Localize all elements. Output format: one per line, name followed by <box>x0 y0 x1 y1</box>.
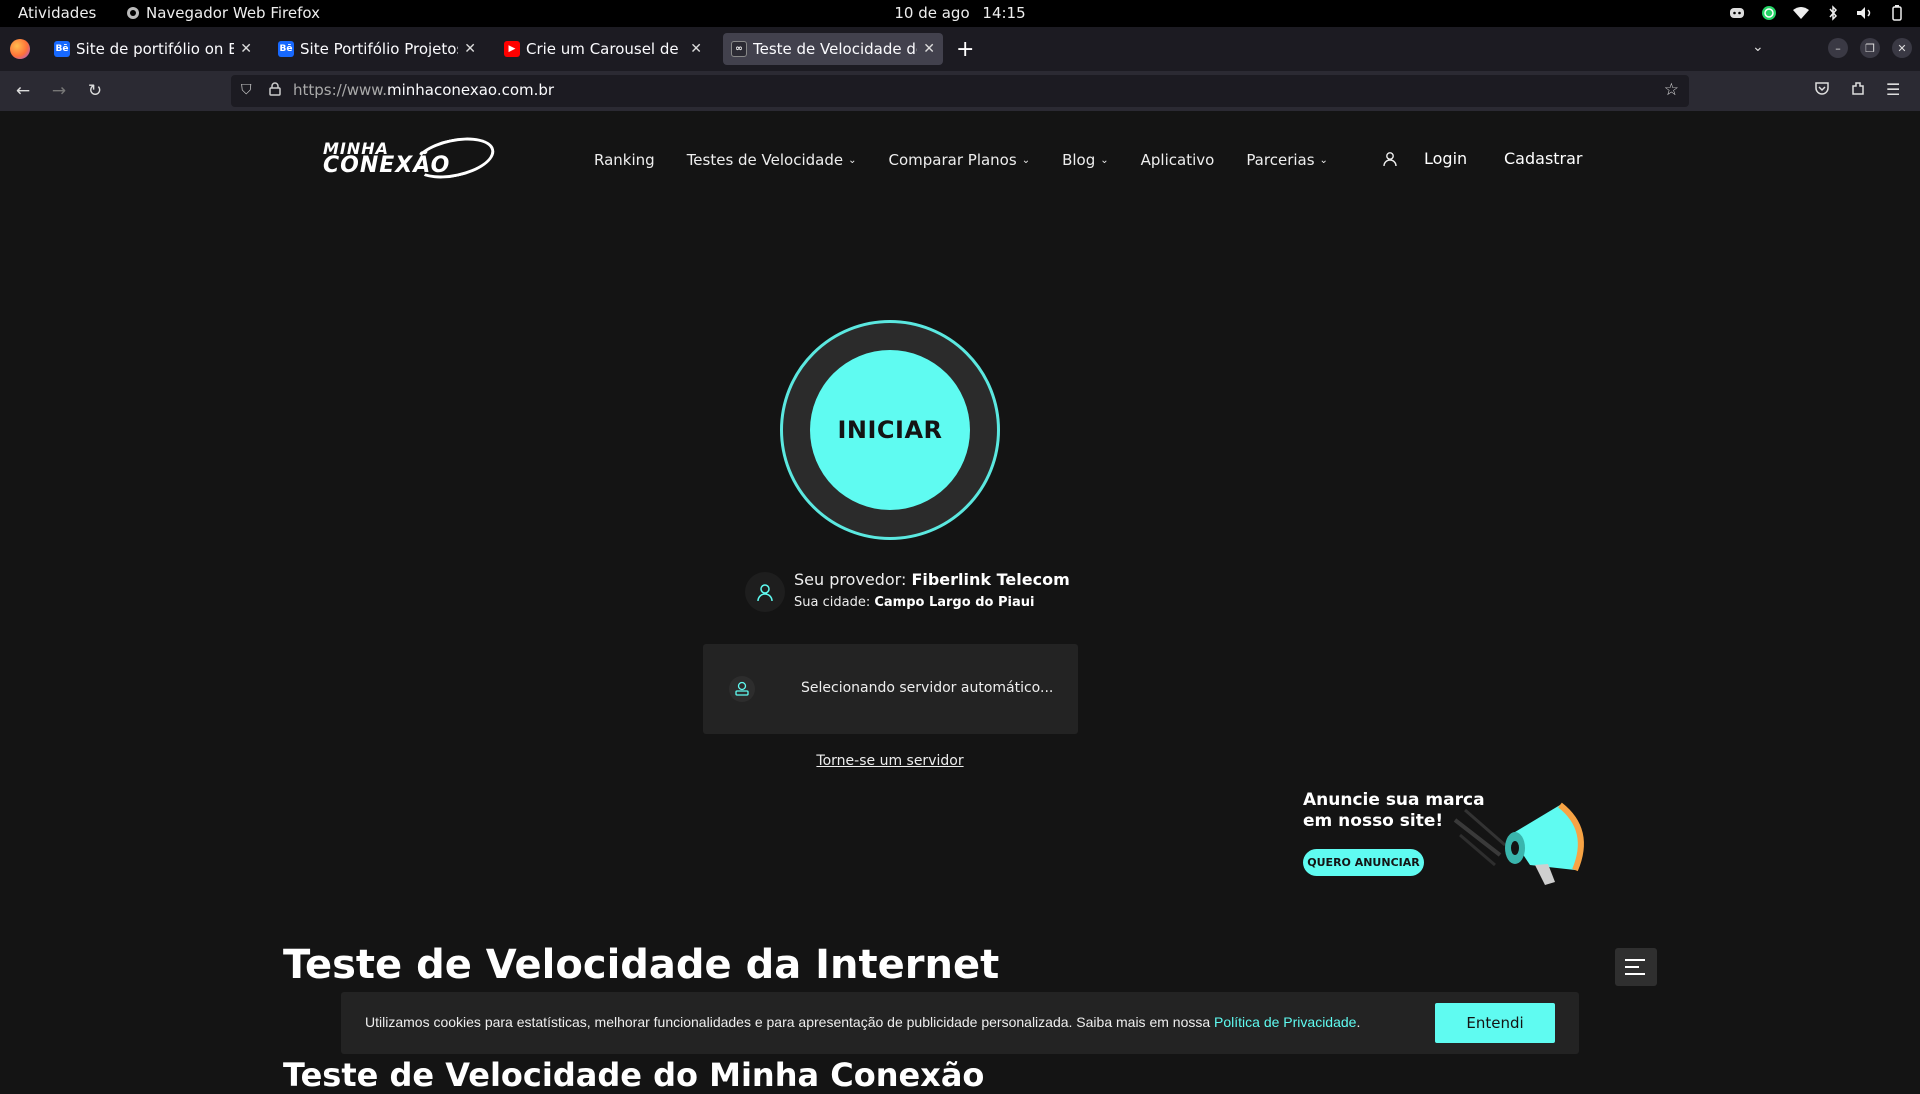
tab-behance-1[interactable]: Bē Site de portifólio on Beha ✕ <box>46 33 260 65</box>
signup-link[interactable]: Cadastrar <box>1504 149 1583 168</box>
back-arrow-icon[interactable]: ← <box>12 80 34 102</box>
table-of-contents-button[interactable] <box>1615 948 1657 986</box>
chevron-down-icon: ⌄ <box>1100 154 1109 166</box>
chevron-down-icon: ⌄ <box>848 154 857 166</box>
nav-label: Blog <box>1062 151 1096 169</box>
provider-prefix: Seu provedor: <box>794 570 907 589</box>
provider-name: Fiberlink Telecom <box>911 570 1070 589</box>
tab-behance-2[interactable]: Bē Site Portifólio Projetos | P ✕ <box>270 33 484 65</box>
address-bar[interactable]: ⛉ https://www.minhaconexao.com.br ☆ <box>231 75 1689 107</box>
cookie-banner: Utilizamos cookies para estatísticas, me… <box>341 992 1579 1054</box>
become-server-link[interactable]: Torne-se um servidor <box>0 753 1780 769</box>
behance-icon: Bē <box>278 41 294 57</box>
browser-tab-strip: Bē Site de portifólio on Beha ✕ Bē Site … <box>0 27 1920 71</box>
cookie-message: Utilizamos cookies para estatísticas, me… <box>365 1014 1360 1030</box>
tab-title: Site de portifólio on Beha <box>76 40 235 58</box>
wifi-icon[interactable] <box>1792 4 1810 22</box>
provider-info: Seu provedor: Fiberlink Telecom <box>794 570 1070 589</box>
nav-app[interactable]: Aplicativo <box>1141 151 1215 169</box>
toc-line <box>1625 959 1645 961</box>
advertise-button[interactable]: QUERO ANUNCIAR <box>1303 849 1424 876</box>
nav-label: Comparar Planos <box>888 151 1017 169</box>
nav-ranking[interactable]: Ranking <box>594 151 655 169</box>
youtube-icon: ▶ <box>504 41 520 57</box>
tab-youtube[interactable]: ▶ Crie um Carousel de Imag ✕ <box>496 33 710 65</box>
page-title: Teste de Velocidade da Internet <box>283 942 1000 988</box>
window-close-icon[interactable]: ✕ <box>1892 38 1912 58</box>
extensions-icon[interactable] <box>1850 80 1866 100</box>
url-domain: minhaconexao.com.br <box>386 81 555 99</box>
nav-label: Testes de Velocidade <box>686 151 844 169</box>
behance-icon: Bē <box>54 41 70 57</box>
tab-title: Crie um Carousel de Imag <box>526 40 684 58</box>
nav-label: Aplicativo <box>1140 151 1215 169</box>
bookmark-star-icon[interactable]: ☆ <box>1664 80 1679 100</box>
bluetooth-icon[interactable] <box>1824 4 1842 22</box>
privacy-policy-link[interactable]: Política de Privacidade <box>1214 1014 1356 1030</box>
login-link[interactable]: Login <box>1424 149 1467 168</box>
minhaconexao-icon: ∞ <box>731 41 747 57</box>
user-icon[interactable] <box>1382 151 1398 167</box>
system-top-bar: Atividades Navegador Web Firefox 10 de a… <box>0 0 1920 27</box>
site-logo[interactable]: MINHA CONEXÃO <box>323 130 499 186</box>
nav-blog[interactable]: Blog ⌄ <box>1062 151 1109 169</box>
provider-avatar <box>745 572 785 612</box>
nav-label: Parcerias <box>1246 151 1315 169</box>
toc-line <box>1625 973 1645 975</box>
server-status: Selecionando servidor automático... <box>801 680 1054 696</box>
nav-compare-plans[interactable]: Comparar Planos ⌄ <box>889 151 1031 169</box>
close-icon[interactable]: ✕ <box>923 41 935 57</box>
tab-title: Site Portifólio Projetos | P <box>300 40 458 58</box>
close-icon[interactable]: ✕ <box>464 41 476 57</box>
city-prefix: Sua cidade: <box>794 595 871 610</box>
city-info: Sua cidade: Campo Largo do Piaui <box>794 595 1034 610</box>
close-icon[interactable]: ✕ <box>690 41 702 57</box>
hamburger-menu-icon[interactable]: ☰ <box>1886 80 1900 99</box>
megaphone-icon <box>1453 802 1584 885</box>
minimize-icon[interactable]: – <box>1828 38 1848 58</box>
pocket-icon[interactable] <box>1814 80 1830 100</box>
nav-speed-tests[interactable]: Testes de Velocidade ⌄ <box>687 151 857 169</box>
system-tray[interactable] <box>1728 4 1906 22</box>
section-title: Teste de Velocidade do Minha Conexão <box>283 1056 985 1094</box>
cookie-period: . <box>1356 1014 1361 1030</box>
list-all-tabs-chevron-icon[interactable]: ⌄ <box>1752 39 1764 55</box>
city-name: Campo Largo do Piaui <box>874 595 1035 610</box>
url-prefix: https://www. <box>293 81 387 99</box>
discord-icon[interactable] <box>1728 4 1746 22</box>
forward-arrow-icon[interactable]: → <box>48 80 70 102</box>
nav-label: Ranking <box>594 151 655 169</box>
clock-time: 14:15 <box>982 4 1026 22</box>
battery-icon[interactable] <box>1888 4 1906 22</box>
chevron-down-icon: ⌄ <box>1021 154 1031 166</box>
user-icon <box>757 584 773 602</box>
nav-partnerships[interactable]: Parcerias ⌄ <box>1246 151 1328 169</box>
new-tab-button[interactable]: + <box>956 37 974 62</box>
tab-title: Teste de Velocidade de In <box>753 40 917 58</box>
toc-line <box>1625 966 1639 968</box>
cookie-text: Utilizamos cookies para estatísticas, me… <box>365 1014 1211 1030</box>
close-icon[interactable]: ✕ <box>240 41 252 57</box>
chevron-down-icon: ⌄ <box>1319 154 1328 166</box>
firefox-view-icon[interactable] <box>10 39 30 59</box>
server-selector[interactable]: Selecionando servidor automático... <box>703 644 1078 734</box>
tab-speedtest[interactable]: ∞ Teste de Velocidade de In ✕ <box>723 33 943 65</box>
site-header: MINHA CONEXÃO Ranking Testes de Velocida… <box>0 111 1920 211</box>
reload-icon[interactable]: ↻ <box>84 80 106 102</box>
clock-date: 10 de ago <box>894 4 970 22</box>
clock[interactable]: 10 de ago 14:15 <box>0 4 1920 22</box>
volume-icon[interactable] <box>1856 4 1874 22</box>
start-test-button[interactable]: INICIAR <box>810 350 970 510</box>
whatsapp-icon[interactable] <box>1760 4 1778 22</box>
browser-nav-bar: ← → ↻ ⛉ https://www.minhaconexao.com.br … <box>0 71 1920 111</box>
accept-cookies-button[interactable]: Entendi <box>1435 1003 1555 1043</box>
main-nav: Ranking Testes de Velocidade ⌄ Comparar P… <box>594 151 1360 169</box>
url-text[interactable]: https://www.minhaconexao.com.br <box>293 81 554 99</box>
server-icon <box>729 676 755 702</box>
restore-icon[interactable]: ❐ <box>1860 38 1880 58</box>
tracking-shield-icon[interactable]: ⛉ <box>241 82 252 98</box>
lock-icon[interactable] <box>269 82 281 100</box>
window-controls: – ❐ ✕ <box>1828 38 1912 58</box>
